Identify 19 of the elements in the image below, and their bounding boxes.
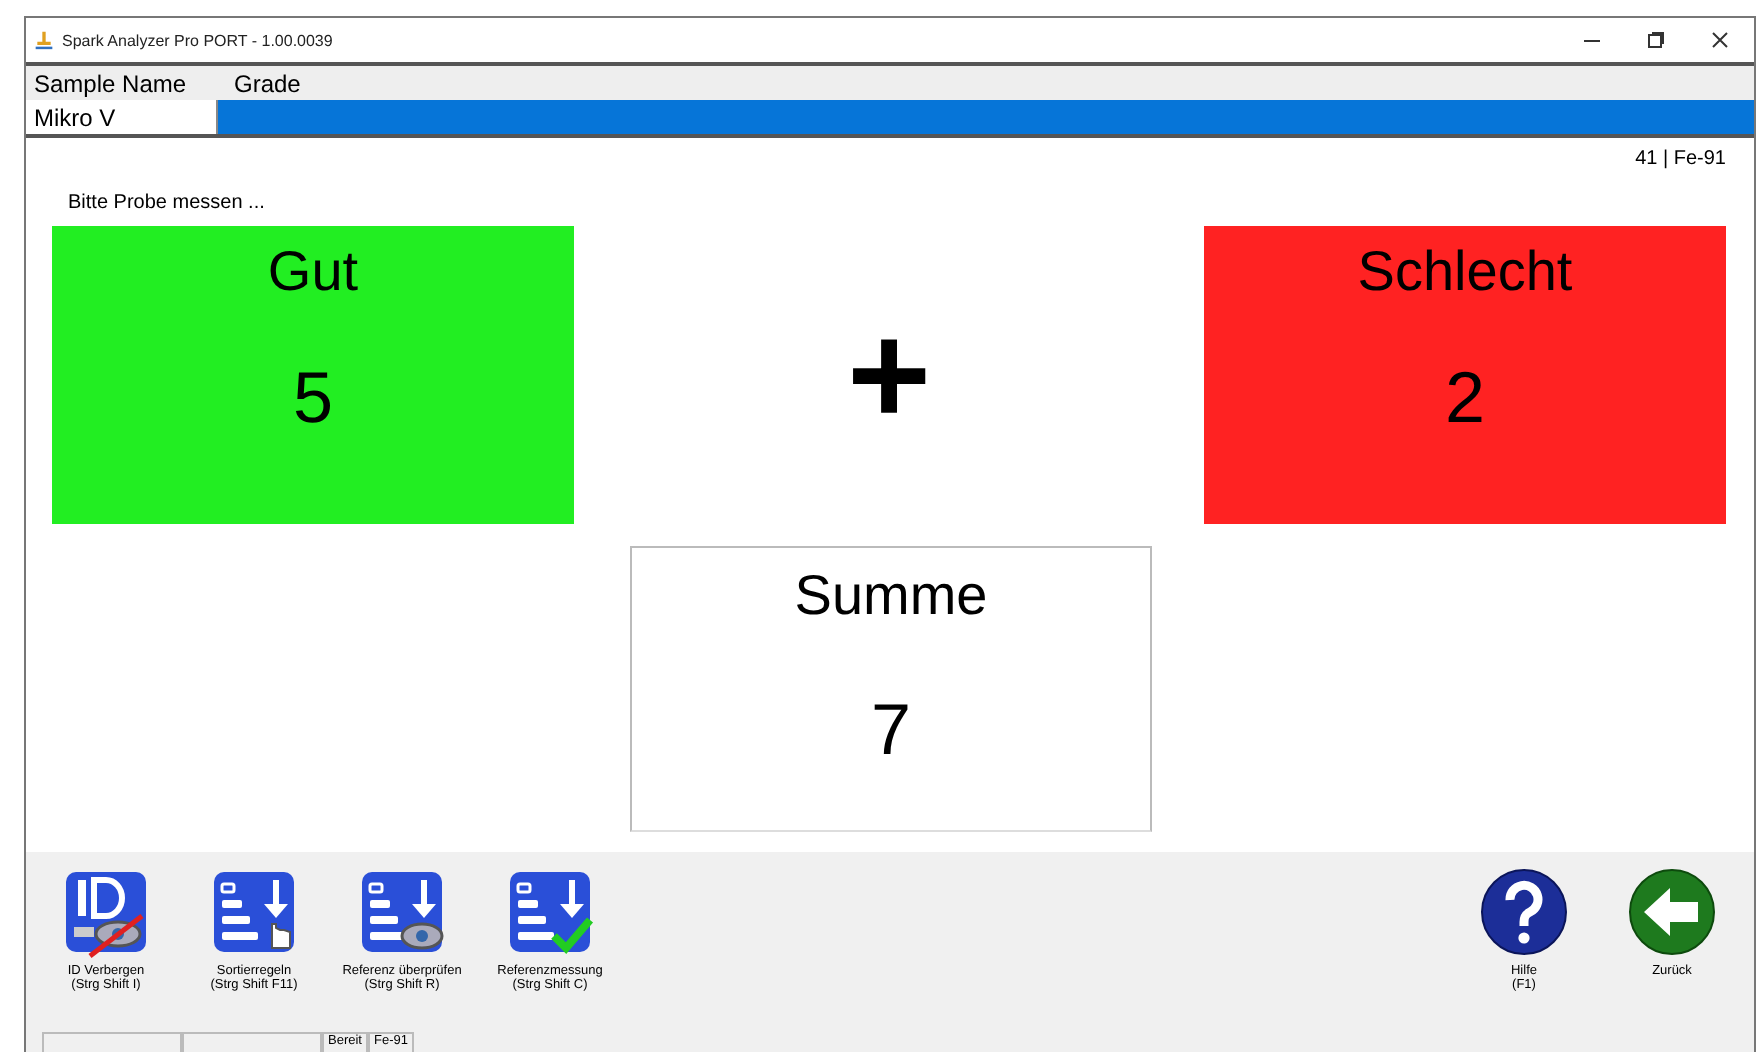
reference-label: 41 | Fe-91 xyxy=(1635,148,1726,174)
column-header: Grade xyxy=(232,67,303,100)
window-title: Spark Analyzer Pro PORT - 1.00.0039 xyxy=(62,31,335,49)
counter-label: Schlecht xyxy=(1357,240,1573,304)
column-header: Sample Name xyxy=(32,67,189,100)
prompt-text: Bitte Probe messen ... xyxy=(66,190,267,216)
close-icon[interactable] xyxy=(1710,30,1730,50)
counter-value: 2 xyxy=(1444,356,1486,440)
status-panel xyxy=(42,1032,182,1052)
grade-cell[interactable] xyxy=(218,100,1754,134)
counter-label: Gut xyxy=(267,240,359,304)
counter-value: 7 xyxy=(870,688,912,772)
status-panel xyxy=(182,1032,322,1052)
help-icon xyxy=(1476,864,1572,960)
app-icon xyxy=(34,30,54,50)
counter-value: 5 xyxy=(292,356,334,440)
counter-label: Summe xyxy=(794,564,988,628)
restore-icon[interactable] xyxy=(1646,30,1666,50)
plus-sign: + xyxy=(846,303,932,447)
